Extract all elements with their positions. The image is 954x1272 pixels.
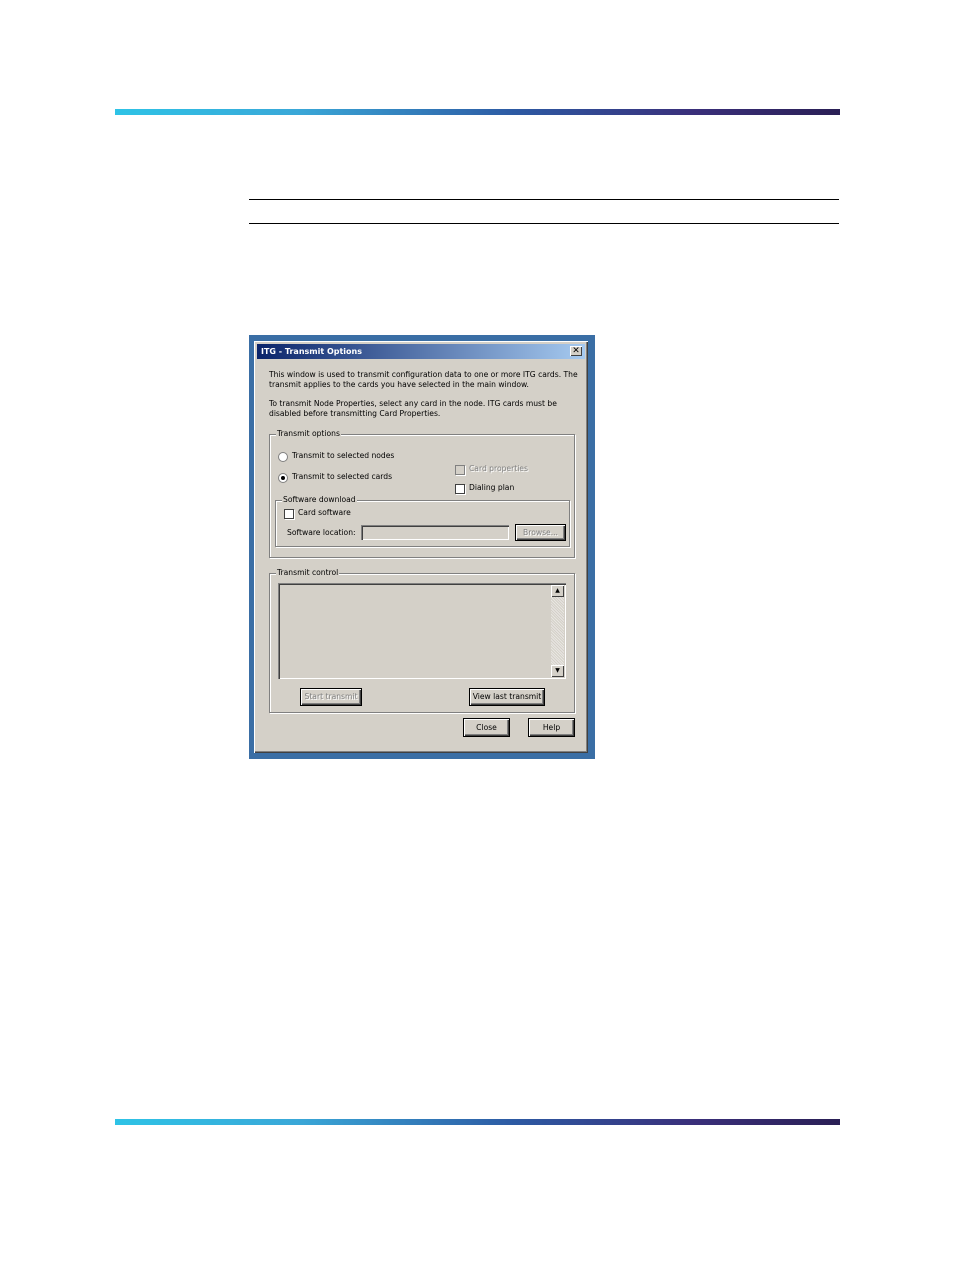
scroll-down-icon[interactable]: ▼ [551, 665, 564, 677]
intro-text-1: This window is used to transmit configur… [269, 370, 578, 379]
radio-selected-cards-label: Transmit to selected cards [292, 472, 393, 481]
transmit-control-legend: Transmit control [276, 568, 340, 578]
bottom-rule [249, 223, 839, 224]
close-icon[interactable]: ✕ [570, 346, 582, 356]
transmit-log-area[interactable]: ▲ ▼ [278, 583, 566, 679]
card-properties-checkbox[interactable] [455, 465, 465, 475]
radio-selected-cards[interactable] [278, 473, 288, 483]
intro-text-2: transmit applies to the cards you have s… [269, 380, 529, 389]
transmit-options-group: Transmit options Transmit to selected no… [269, 429, 575, 558]
scroll-up-icon[interactable]: ▲ [551, 585, 564, 597]
transmit-options-dialog: ITG - Transmit Options ✕ This window is … [254, 341, 588, 753]
radio-selected-nodes-label: Transmit to selected nodes [292, 451, 395, 460]
software-location-label: Software location: [287, 528, 356, 537]
screenshot-frame: ITG - Transmit Options ✕ This window is … [249, 335, 595, 759]
transmit-options-legend: Transmit options [276, 429, 341, 439]
software-download-group: Software download Card software Software… [275, 495, 570, 547]
dialog-titlebar: ITG - Transmit Options ✕ [257, 344, 585, 359]
log-scrollbar[interactable]: ▲ ▼ [551, 585, 564, 677]
dialog-title: ITG - Transmit Options [261, 347, 363, 356]
start-transmit-button[interactable]: Start transmit [300, 688, 362, 706]
note-text-1: To transmit Node Properties, select any … [269, 399, 557, 408]
note-text-2: disabled before transmitting Card Proper… [269, 409, 441, 418]
footer-gradient-bar [115, 1119, 840, 1125]
view-last-transmit-button[interactable]: View last transmit [469, 688, 545, 706]
card-software-label: Card software [298, 508, 351, 517]
radio-selected-nodes[interactable] [278, 452, 288, 462]
transmit-control-group: Transmit control ▲ ▼ Start transmit View… [269, 568, 575, 713]
top-rule [249, 199, 839, 200]
header-gradient-bar [115, 109, 840, 115]
software-location-input[interactable] [361, 525, 509, 540]
card-software-checkbox[interactable] [284, 509, 294, 519]
dialing-plan-label: Dialing plan [469, 483, 515, 492]
software-download-legend: Software download [282, 495, 357, 505]
card-properties-label: Card properties [469, 464, 528, 473]
browse-button[interactable]: Browse... [515, 524, 566, 541]
dialing-plan-checkbox[interactable] [455, 484, 465, 494]
help-button[interactable]: Help [528, 718, 575, 737]
close-button[interactable]: Close [463, 718, 510, 737]
